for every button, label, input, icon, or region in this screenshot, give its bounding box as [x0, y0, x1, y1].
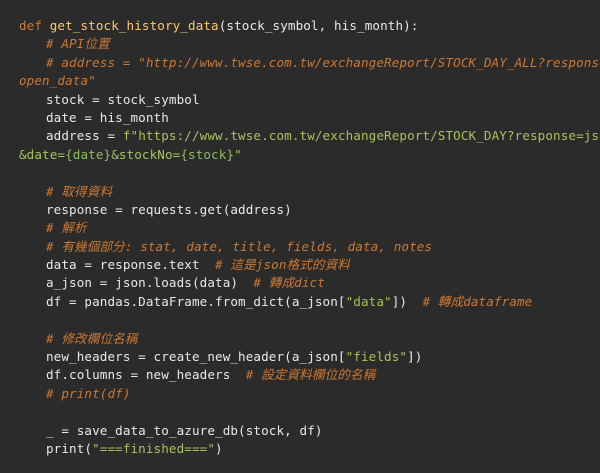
- code-line: address = f"https://www.twse.com.tw/exch…: [19, 127, 600, 145]
- statement: print(: [46, 440, 93, 456]
- string-literal: "fields": [345, 349, 408, 365]
- statement: response = requests.get(address): [46, 201, 292, 217]
- comment: # 轉成dict: [253, 275, 325, 291]
- statement: df = pandas.DataFrame.from_dict(a_json[: [46, 293, 346, 309]
- code-line: date = his_month: [19, 109, 600, 127]
- fstring-expr: {date}: [65, 146, 112, 162]
- function-params: (stock_symbol, his_month):: [218, 18, 419, 33]
- string-literal: "===finished===": [92, 440, 216, 456]
- comment: # 解析: [46, 220, 87, 236]
- comment: # 這是json格式的資料: [215, 257, 350, 273]
- comment: # 取得資料: [46, 183, 113, 199]
- statement: stock = stock_symbol: [46, 91, 200, 107]
- statement: a_json = json.loads(data): [46, 275, 254, 291]
- code-line: def get_stock_history_data(stock_symbol,…: [19, 17, 600, 35]
- fstring-expr: {stock}: [180, 146, 235, 162]
- def-keyword: def: [19, 18, 43, 33]
- code-line: stock = stock_symbol: [19, 91, 600, 109]
- string-literal: "data": [345, 293, 392, 309]
- code-line: # address = "http://www.twse.com.tw/exch…: [19, 54, 600, 72]
- statement: ): [215, 440, 223, 456]
- code-line: new_headers = create_new_header(a_json["…: [19, 348, 600, 366]
- code-line: # 解析: [19, 219, 600, 237]
- code-line: # API位置: [19, 35, 600, 53]
- comment: # 轉成dataframe: [422, 293, 533, 309]
- code-line-wrapped: &date={date}&stockNo={stock}": [19, 146, 600, 164]
- statement: data = response.text: [46, 257, 216, 273]
- code-line: # 修改欄位名稱: [19, 330, 600, 348]
- comment: # 設定資料欄位的名稱: [245, 367, 376, 383]
- code-line: df = pandas.DataFrame.from_dict(a_json["…: [19, 293, 600, 311]
- comment: # 有幾個部分: stat, date, title, fields, data…: [46, 238, 433, 254]
- code-line: a_json = json.loads(data) # 轉成dict: [19, 274, 600, 292]
- statement: ]): [391, 293, 423, 309]
- statement: address =: [46, 128, 123, 144]
- string-literal: &stockNo=: [111, 146, 181, 162]
- code-line: # 有幾個部分: stat, date, title, fields, data…: [19, 238, 600, 256]
- statement: new_headers = create_new_header(a_json[: [46, 349, 346, 365]
- string-literal: &date=: [19, 146, 66, 162]
- code-line-wrapped: open_data": [19, 72, 600, 90]
- string-literal: f"https://www.twse.com.tw/exchangeReport…: [122, 128, 600, 144]
- statement: ]): [407, 349, 423, 365]
- code-line: # 取得資料: [19, 183, 600, 201]
- comment: # print(df): [46, 385, 131, 401]
- statement: _ = save_data_to_azure_db(stock, df): [46, 422, 323, 438]
- string-literal: ": [234, 146, 242, 162]
- code-line: response = requests.get(address): [19, 201, 600, 219]
- code-line: # print(df): [19, 385, 600, 403]
- statement: date = his_month: [46, 109, 169, 125]
- code-line: df.columns = new_headers # 設定資料欄位的名稱: [19, 366, 600, 384]
- code-line: print("===finished==="): [19, 440, 600, 458]
- statement: df.columns = new_headers: [46, 367, 246, 383]
- comment: # 修改欄位名稱: [46, 330, 138, 346]
- comment: # address = "http://www.twse.com.tw/exch…: [46, 54, 600, 70]
- function-name: get_stock_history_data: [49, 18, 219, 33]
- comment: open_data": [19, 73, 96, 89]
- code-line: _ = save_data_to_azure_db(stock, df): [19, 422, 600, 440]
- comment: # API位置: [46, 36, 110, 52]
- code-editor[interactable]: def get_stock_history_data(stock_symbol,…: [0, 0, 600, 473]
- code-line: data = response.text # 這是json格式的資料: [19, 256, 600, 274]
